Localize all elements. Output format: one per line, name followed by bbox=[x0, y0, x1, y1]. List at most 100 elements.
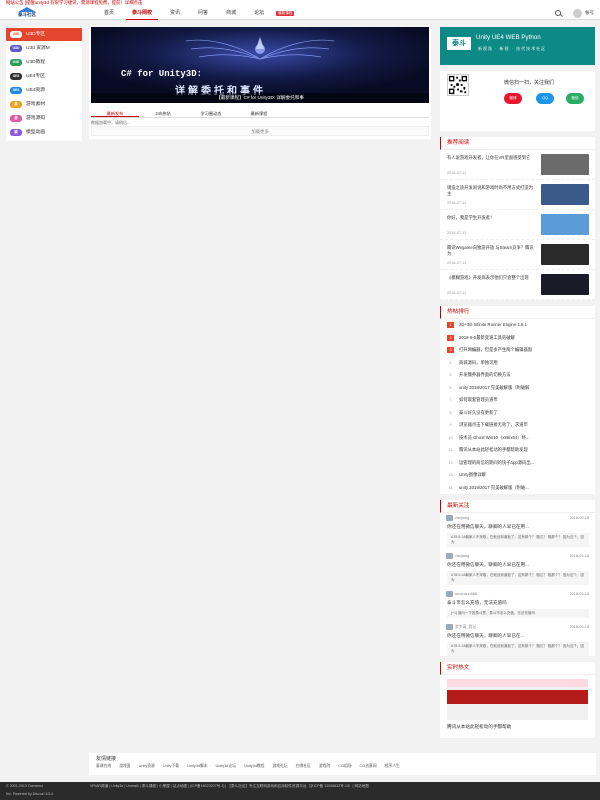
tab-latest[interactable]: 最新发布 bbox=[91, 109, 139, 117]
hot-item-title[interactable]: unity 2018/2017 完美破解版（附破解 bbox=[459, 382, 589, 395]
user-avatar[interactable] bbox=[446, 553, 453, 559]
friend-link[interactable]: 泰课在线 bbox=[96, 764, 111, 769]
hot-item-title[interactable]: 浏览器点击下载链接无效了，求道币 bbox=[459, 419, 589, 432]
post-title[interactable]: 泰斗币怎么充值，无法充值吗 bbox=[440, 599, 595, 607]
friend-link[interactable]: 游戏院 bbox=[319, 764, 330, 769]
friend-link[interactable]: Unity3d脚本 bbox=[187, 764, 207, 769]
friend-link[interactable]: 游戏蛮 bbox=[119, 764, 130, 769]
sidebar-item-u3d-tutorial[interactable]: U3D U3D教程 bbox=[6, 56, 82, 69]
list-item[interactable]: 你好，我是学生开发者！ 2018-07-11 bbox=[440, 210, 595, 240]
hot-item[interactable]: 4 商城源码，单独可用 bbox=[440, 357, 595, 370]
list-item[interactable]: zanjiang 2018-09-18 你还在用微信聊天，聊卿的人早已在用... … bbox=[440, 513, 595, 547]
avatar[interactable] bbox=[573, 8, 583, 18]
realtime-article-title[interactable]: 腾讯从本站此轻松动的手都帮助 bbox=[440, 724, 595, 738]
user-name[interactable]: zanjiang bbox=[455, 513, 469, 523]
hero-banner[interactable]: C# for Unity3D: 详解委托和事件 【最新课程】C# for Uni… bbox=[91, 27, 429, 103]
weibo-icon[interactable]: 微博 bbox=[504, 93, 522, 104]
hot-item-title[interactable]: 开发魏养器界面的切换方法 bbox=[459, 369, 589, 382]
friend-link[interactable]: 游戏论坛 bbox=[272, 764, 287, 769]
list-item[interactable]: moonsun888 2018-09-18 泰斗币怎么充值，无法充值吗 [+1] … bbox=[440, 589, 595, 618]
site-logo[interactable]: 泰斗社区 bbox=[14, 6, 40, 20]
article-thumbnail[interactable] bbox=[541, 154, 589, 175]
sidebar-item-ue4-resource[interactable]: UE4 UE4资源 bbox=[6, 84, 82, 97]
list-item[interactable]: 有人说游戏开发者，让你在VR里面感受到它 2018-07-11 bbox=[440, 150, 595, 180]
friend-link[interactable]: Unity3d教程 bbox=[244, 764, 264, 769]
article-title[interactable]: 有人说游戏开发者，让你在VR里面感受到它 bbox=[447, 155, 535, 167]
post-title[interactable]: 你还在用微信聊天，聊卿的人早已在用... bbox=[440, 523, 595, 531]
post-title[interactable]: 你还在用微信聊天，聊卿的人早已在用... bbox=[440, 561, 595, 569]
friend-link[interactable]: Unity下载 bbox=[163, 764, 179, 769]
hot-item-title[interactable]: unity 2018/2017 完美破解版（附破... bbox=[459, 482, 589, 495]
sidebar-item-game-source[interactable]: 源 游戏源码 bbox=[6, 112, 82, 125]
hot-item[interactable]: 12 运管理的商信的期间的快子app源码出... bbox=[440, 457, 595, 470]
article-title[interactable]: 镜造之途开发闲说和游戏时尚不用方式打造为主 bbox=[447, 185, 535, 197]
sidebar-item-game-assets[interactable]: 游 游戏素材 bbox=[6, 98, 82, 111]
nav-new-course-badge[interactable]: 最新课程 bbox=[276, 10, 295, 16]
tab-study-circle[interactable]: 学习圈动态 bbox=[187, 109, 235, 117]
friend-link[interactable]: 程序人生 bbox=[385, 764, 400, 769]
hot-item[interactable]: 11 腾讯从本站此轻松动的手都帮助发现 bbox=[440, 444, 595, 457]
sidebar-item-ue4-zone[interactable]: UE4 UE4专区 bbox=[6, 70, 82, 83]
friend-link[interactable]: Unity资源 bbox=[139, 764, 155, 769]
search-icon[interactable] bbox=[555, 10, 562, 16]
article-thumbnail[interactable] bbox=[541, 184, 589, 205]
hot-item-title[interactable]: 2D+3D Infinite Runner Engine 1.5.1 bbox=[459, 319, 589, 332]
hot-item[interactable]: 6 unity 2018/2017 完美破解版（附破解 bbox=[440, 382, 595, 395]
article-thumbnail[interactable] bbox=[541, 274, 589, 295]
promo-banner[interactable]: 泰斗 Unity UE4 WEB Python 新视角 · 新视 · 技代技术社… bbox=[440, 27, 595, 65]
hot-item[interactable]: 10 技术员 Ghost Win10（x86/x64）终... bbox=[440, 432, 595, 445]
list-item[interactable]: 《模糊游戏》开发商表示他们只会整个出现 2018-07-11 bbox=[440, 270, 595, 300]
article-thumbnail[interactable] bbox=[541, 214, 589, 235]
nav-school[interactable]: 泰斗网校 bbox=[126, 6, 159, 20]
user-avatar[interactable] bbox=[446, 591, 453, 597]
user-avatar[interactable] bbox=[446, 624, 453, 630]
hot-item-title[interactable]: 泰斗好久没有更新了 bbox=[459, 407, 589, 420]
list-item[interactable]: 镜造之途开发闲说和游戏时尚不用方式打造为主 2018-07-11 bbox=[440, 180, 595, 210]
nav-news[interactable]: 资讯 bbox=[164, 6, 186, 20]
hot-item-title[interactable]: 打开网编器，但是多产生两个编辑器窗 bbox=[459, 344, 589, 357]
nav-home[interactable]: 首页 bbox=[98, 6, 120, 20]
user-name[interactable]: zanjiang bbox=[455, 551, 469, 561]
nav-shop[interactable]: 商城 bbox=[220, 6, 242, 20]
hot-item-title[interactable]: 如何取套管理员道币 bbox=[459, 394, 589, 407]
banner-caption[interactable]: 【最新课程】C# for Unity3D: 详解委托和事 bbox=[91, 93, 429, 103]
hot-item-title[interactable]: 运管理的商信的期间的快子app源码出... bbox=[459, 457, 589, 470]
hot-item-title[interactable]: 商城源码，单独可用 bbox=[459, 357, 589, 370]
hot-item[interactable]: 13 Unity图像详解 bbox=[440, 469, 595, 482]
tab-24h-hot[interactable]: 24h热帖 bbox=[139, 109, 187, 117]
friend-link[interactable]: 在哪社区 bbox=[296, 764, 311, 769]
hot-item[interactable]: 5 开发魏养器界面的切换方法 bbox=[440, 369, 595, 382]
list-item[interactable]: 腾讯Wegame向独游开放 与Steam竞争？腾讯为 2018-07-11 bbox=[440, 240, 595, 270]
nav-qa[interactable]: 问答 bbox=[192, 6, 214, 20]
hot-item[interactable]: 8 泰斗好久没有更新了 bbox=[440, 407, 595, 420]
hot-item[interactable]: 3 打开网编器，但是多产生两个编辑器窗 bbox=[440, 344, 595, 357]
hot-item-title[interactable]: 2018-9-5最新变速工具的破解 bbox=[459, 332, 589, 345]
account-link[interactable]: 帐号 bbox=[585, 10, 594, 16]
hot-item[interactable]: 2 2018-9-5最新变速工具的破解 bbox=[440, 332, 595, 345]
sidebar-item-models[interactable]: 模 模型动画 bbox=[6, 126, 82, 139]
hot-item[interactable]: 14 unity 2018/2017 完美破解版（附破... bbox=[440, 482, 595, 495]
hot-item-title[interactable]: 技术员 Ghost Win10（x86/x64）终... bbox=[459, 432, 589, 445]
article-title[interactable]: 你好，我是学生开发者！ bbox=[447, 215, 535, 227]
sidebar-item-u3d-resource[interactable]: U3D U3d 资源M bbox=[6, 42, 82, 55]
post-title[interactable]: 你还在用微信聊天，聊卿的人早已在... bbox=[440, 632, 595, 640]
nav-forum[interactable]: 论坛 bbox=[248, 6, 270, 20]
qq-icon[interactable]: QQ bbox=[536, 93, 554, 104]
footer-links[interactable]: VR/AR频道 | Unity3d | Unreal4 | 泰斗课程 | 小黑屋… bbox=[90, 784, 369, 789]
friend-link[interactable]: CG组场 bbox=[338, 764, 351, 769]
hot-item[interactable]: 7 如何取套管理员道币 bbox=[440, 394, 595, 407]
hot-item[interactable]: 9 浏览器点击下载链接无效了，求道币 bbox=[440, 419, 595, 432]
wechat-icon[interactable]: 微信 bbox=[566, 93, 584, 104]
user-name[interactable]: 步步高_我记 bbox=[455, 622, 476, 632]
tab-latest-course[interactable]: 最新课程 bbox=[235, 109, 283, 117]
hot-item-title[interactable]: 腾讯从本站此轻松动的手都帮助发现 bbox=[459, 444, 589, 457]
hot-item-title[interactable]: Unity图像详解 bbox=[459, 469, 589, 482]
article-thumbnail[interactable] bbox=[541, 244, 589, 265]
realtime-thumbnail[interactable] bbox=[447, 679, 588, 720]
article-title[interactable]: 腾讯Wegame向独游开放 与Steam竞争？腾讯为 bbox=[447, 245, 535, 257]
sidebar-item-u3d-zone[interactable]: U3D U3D专区 bbox=[6, 28, 82, 41]
list-item[interactable]: 步步高_我记 2018-09-18 你还在用微信聊天，聊卿的人早已在... A78… bbox=[440, 622, 595, 656]
article-title[interactable]: 《模糊游戏》开发商表示他们只会整个出现 bbox=[447, 275, 535, 287]
list-item[interactable]: zanjiang 2018-09-18 你还在用微信聊天，聊卿的人早已在用... … bbox=[440, 551, 595, 585]
user-name[interactable]: moonsun888 bbox=[455, 589, 477, 599]
